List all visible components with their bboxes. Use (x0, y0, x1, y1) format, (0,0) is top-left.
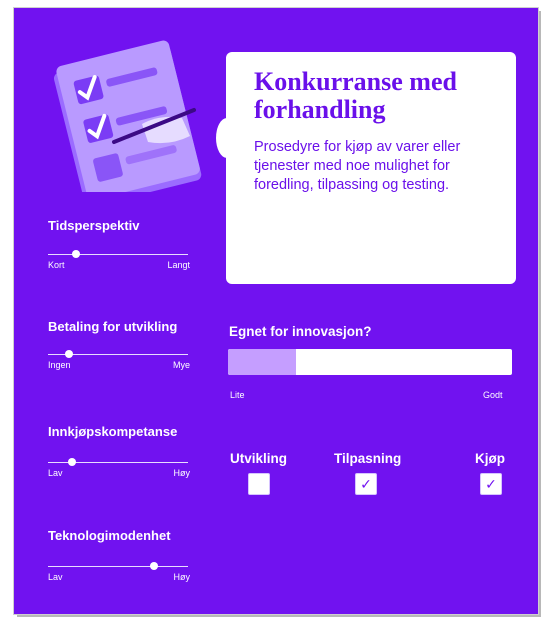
innovation-meter (228, 349, 512, 375)
slider-min-label: Kort (48, 260, 65, 270)
option-kjop-checkbox[interactable]: ✓ (480, 473, 502, 495)
slider-max-label: Høy (173, 572, 191, 582)
slider-knob[interactable] (65, 350, 73, 358)
innovation-low-label: Lite (230, 390, 245, 400)
procedure-card: Konkurranse med forhandling Prosedyre fo… (14, 8, 538, 614)
option-tilpasning-checkbox[interactable]: ✓ (355, 473, 377, 495)
option-utvikling-checkbox[interactable] (248, 473, 270, 495)
slider-track[interactable] (48, 254, 188, 255)
slider-tidsperspektiv: Tidsperspektiv Kort Langt (48, 218, 194, 270)
option-kjop-label: Kjøp (475, 451, 505, 466)
innovation-title: Egnet for innovasjon? (229, 324, 372, 339)
slider-track[interactable] (48, 566, 188, 567)
slider-innkjopskompetanse: Innkjøpskompetanse Lav Høy (48, 424, 194, 478)
innovation-high-label: Godt (483, 390, 503, 400)
slider-min-label: Ingen (48, 360, 71, 370)
slider-title: Innkjøpskompetanse (48, 424, 178, 439)
option-utvikling-label: Utvikling (230, 451, 288, 466)
checkmark-icon: ✓ (360, 476, 372, 492)
slider-max-label: Langt (167, 260, 190, 270)
checkmark-icon: ✓ (485, 476, 497, 492)
slider-max-label: Høy (173, 468, 191, 478)
slider-max-label: Mye (172, 360, 190, 370)
slider-title: Betaling for utvikling (48, 319, 178, 334)
slider-betaling-for-utvikling: Betaling for utvikling Ingen Mye (48, 319, 194, 370)
option-tilpasning-label: Tilpasning (334, 451, 402, 466)
info-panel-notch (216, 118, 238, 158)
slider-title: Teknologimodenhet (48, 528, 171, 543)
slider-min-label: Lav (48, 572, 63, 582)
slider-knob[interactable] (72, 250, 80, 258)
info-panel: Konkurranse med forhandling Prosedyre fo… (216, 52, 516, 284)
innovation-meter-fill (228, 349, 297, 375)
slider-teknologimodenhet: Teknologimodenhet Lav Høy (48, 528, 194, 582)
procedure-description: Prosedyre for kjøp av varer eller tjenes… (254, 139, 461, 193)
checklist-illustration-icon (53, 40, 202, 192)
slider-min-label: Lav (48, 468, 63, 478)
procedure-title: Konkurranse med forhandling (254, 67, 457, 124)
slider-knob[interactable] (150, 562, 159, 570)
slider-title: Tidsperspektiv (48, 218, 140, 233)
slider-knob[interactable] (67, 458, 76, 466)
